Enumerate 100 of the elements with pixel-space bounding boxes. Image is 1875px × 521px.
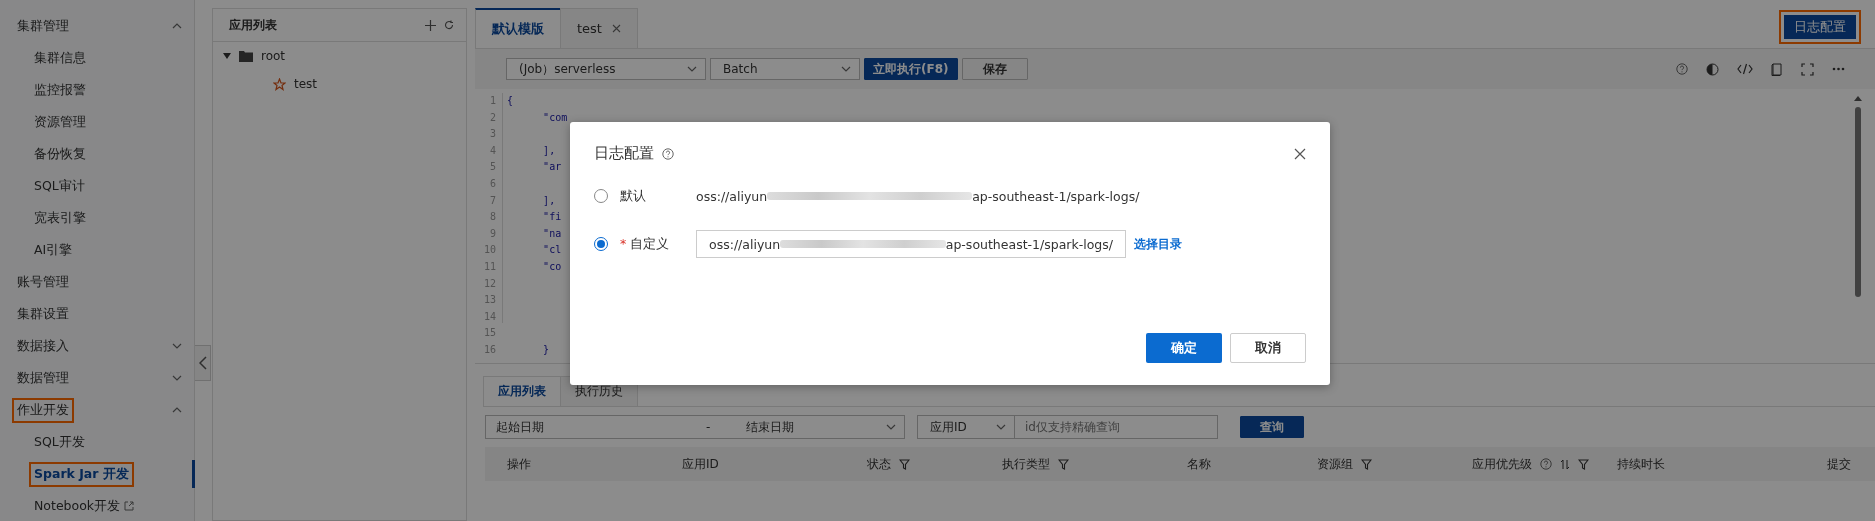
column-header: 提交 bbox=[1827, 455, 1851, 473]
chevron-icon bbox=[687, 66, 697, 72]
column-header: 应用ID bbox=[682, 455, 719, 473]
submenu-item[interactable]: 资源管理 bbox=[29, 109, 91, 135]
filter-icon[interactable] bbox=[1058, 458, 1069, 470]
code-line: "ar bbox=[542, 161, 562, 173]
line-number: 2 bbox=[488, 110, 496, 125]
submenu-item[interactable]: 备份恢复 bbox=[29, 141, 91, 167]
sort-icon[interactable] bbox=[1560, 458, 1570, 470]
column-header: 操作 bbox=[507, 455, 531, 473]
submenu-item[interactable]: 集群信息 bbox=[29, 45, 91, 71]
fullscreen-icon[interactable] bbox=[1801, 62, 1814, 76]
column-header: 执行类型 bbox=[1002, 455, 1050, 473]
line-number: 9 bbox=[488, 226, 496, 241]
line-number: 10 bbox=[482, 243, 496, 258]
code-line: "cl bbox=[542, 244, 562, 256]
tree-item[interactable]: test bbox=[294, 77, 318, 91]
path-field[interactable]: oss://aliyun ap-southeast-1/spark-logs/ bbox=[696, 230, 1126, 258]
menu-item[interactable]: 集群设置 bbox=[12, 301, 74, 327]
line-number: 12 bbox=[482, 276, 496, 291]
contrast-icon[interactable] bbox=[1706, 62, 1719, 76]
menu-item[interactable]: 数据接入 bbox=[12, 333, 74, 359]
column-header: 状态 bbox=[867, 455, 891, 473]
line-number: 1 bbox=[488, 94, 496, 108]
more-icon[interactable] bbox=[1832, 67, 1845, 71]
refresh-icon[interactable] bbox=[444, 20, 454, 30]
help-icon[interactable] bbox=[1540, 458, 1552, 470]
code-line: "com bbox=[542, 111, 568, 123]
line-number: 6 bbox=[488, 176, 496, 191]
path-text: ap-southeast-1/spark-logs/ bbox=[972, 188, 1140, 204]
submenu-item[interactable]: SQL审计 bbox=[29, 173, 90, 199]
book-icon[interactable] bbox=[1771, 62, 1783, 76]
id-select[interactable]: 应用ID bbox=[917, 415, 1015, 439]
help-icon[interactable] bbox=[662, 147, 674, 160]
external-link-icon bbox=[124, 501, 135, 511]
collapse-handle[interactable] bbox=[195, 345, 211, 381]
query-button[interactable]: 查询 bbox=[1240, 416, 1304, 438]
tree-item[interactable]: root bbox=[261, 49, 286, 63]
line-number: 15 bbox=[482, 326, 496, 341]
submenu-item[interactable]: 宽表引擎 bbox=[29, 205, 91, 231]
code-icon[interactable] bbox=[1737, 63, 1753, 75]
type-select[interactable]: Batch bbox=[710, 58, 860, 80]
close-icon[interactable] bbox=[1294, 147, 1306, 160]
editor-tab[interactable]: test bbox=[560, 8, 638, 48]
line-number: 7 bbox=[488, 193, 496, 208]
menu-item[interactable]: 作业开发 bbox=[12, 397, 74, 423]
menu-item[interactable]: 数据管理 bbox=[12, 365, 74, 391]
date-range-field[interactable]: 起始日期 - 结束日期 bbox=[485, 415, 905, 439]
line-number: 5 bbox=[488, 160, 496, 175]
column-header: 应用优先级 bbox=[1472, 455, 1532, 473]
run-button[interactable]: 立即执行(F8) bbox=[864, 58, 958, 80]
filter-icon[interactable] bbox=[899, 458, 910, 470]
submenu-item[interactable]: SQL开发 bbox=[29, 429, 90, 455]
help-icon[interactable] bbox=[1676, 63, 1688, 75]
filter-icon[interactable] bbox=[1578, 458, 1589, 470]
code-line: } bbox=[542, 343, 550, 355]
result-tab[interactable]: 应用列表 bbox=[483, 376, 561, 406]
ok-button[interactable]: 确定 bbox=[1146, 333, 1222, 363]
id-search-field[interactable]: id仅支持精确查询 bbox=[1015, 415, 1218, 439]
expand-caret-icon[interactable] bbox=[223, 53, 231, 59]
star-icon bbox=[273, 77, 286, 91]
line-number: 11 bbox=[482, 259, 496, 274]
path-text: oss://aliyun bbox=[709, 236, 781, 252]
choose-directory-link[interactable]: 选择目录 bbox=[1134, 235, 1182, 253]
submenu-item[interactable]: Notebook开发 bbox=[29, 493, 140, 519]
add-icon[interactable] bbox=[425, 19, 436, 31]
chevron-icon bbox=[886, 424, 896, 430]
column-header: 持续时长 bbox=[1617, 455, 1665, 473]
close-icon[interactable] bbox=[611, 24, 621, 33]
submenu-item[interactable]: Spark Jar 开发 bbox=[29, 461, 134, 487]
code-line: "na bbox=[542, 227, 562, 239]
chevron-icon bbox=[996, 424, 1006, 430]
line-number: 8 bbox=[488, 210, 496, 225]
option-label: 默认 bbox=[620, 187, 646, 203]
save-button[interactable]: 保存 bbox=[961, 58, 1028, 80]
path-text: oss://aliyun bbox=[696, 188, 768, 204]
dialog-title: 日志配置 bbox=[594, 144, 654, 163]
column-header: 名称 bbox=[1187, 455, 1211, 473]
filter-icon[interactable] bbox=[1361, 458, 1372, 470]
menu-item[interactable]: 账号管理 bbox=[12, 269, 74, 295]
column-header: 资源组 bbox=[1317, 455, 1353, 473]
editor-tab[interactable]: 默认模版 bbox=[475, 8, 561, 48]
cancel-button[interactable]: 取消 bbox=[1230, 333, 1306, 363]
chevron-icon bbox=[841, 66, 851, 72]
line-number: 13 bbox=[482, 293, 496, 308]
panel-title: 应用列表 bbox=[229, 16, 277, 34]
line-number: 14 bbox=[482, 309, 496, 324]
option-label: 自定义 bbox=[630, 235, 670, 251]
path-text: ap-southeast-1/spark-logs/ bbox=[945, 236, 1113, 252]
code-line: "co bbox=[542, 260, 562, 272]
submenu-item[interactable]: AI引擎 bbox=[29, 237, 78, 263]
selection-indicator bbox=[192, 460, 195, 488]
submenu-item[interactable]: 监控报警 bbox=[29, 77, 91, 103]
log-config-button[interactable]: 日志配置 bbox=[1779, 10, 1861, 44]
job-select[interactable]: (Job）serverless bbox=[506, 58, 706, 80]
required-mark: * bbox=[620, 235, 627, 251]
folder-icon bbox=[239, 50, 253, 62]
code-line: "fi bbox=[542, 211, 562, 223]
menu-item[interactable]: 集群管理 bbox=[12, 13, 74, 39]
code-line: { bbox=[507, 95, 514, 106]
